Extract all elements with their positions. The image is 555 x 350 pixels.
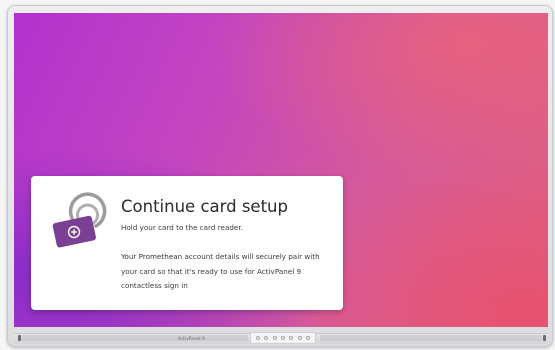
- dialog-body: Your Promethean account details will sec…: [121, 252, 320, 290]
- dialog-subtitle: Hold your card to the card reader.: [121, 223, 243, 232]
- control-button-6[interactable]: [297, 336, 302, 340]
- control-button-4[interactable]: [280, 336, 285, 340]
- right-edge-cap: [543, 335, 546, 341]
- control-button-7[interactable]: [305, 336, 310, 340]
- speaker-grille-left: [22, 335, 248, 341]
- nfc-card-icon: [52, 192, 107, 248]
- dialog-title: Continue card setup: [121, 197, 288, 216]
- speaker-grille-right: [320, 335, 542, 341]
- front-control-strip: [250, 332, 316, 344]
- control-button-5[interactable]: [289, 336, 294, 340]
- control-button-3[interactable]: [272, 336, 277, 340]
- control-button-1[interactable]: [256, 336, 261, 340]
- panel-brand-label: ActivPanel 9: [178, 336, 205, 341]
- control-button-2[interactable]: [264, 336, 269, 340]
- left-edge-cap: [18, 335, 21, 341]
